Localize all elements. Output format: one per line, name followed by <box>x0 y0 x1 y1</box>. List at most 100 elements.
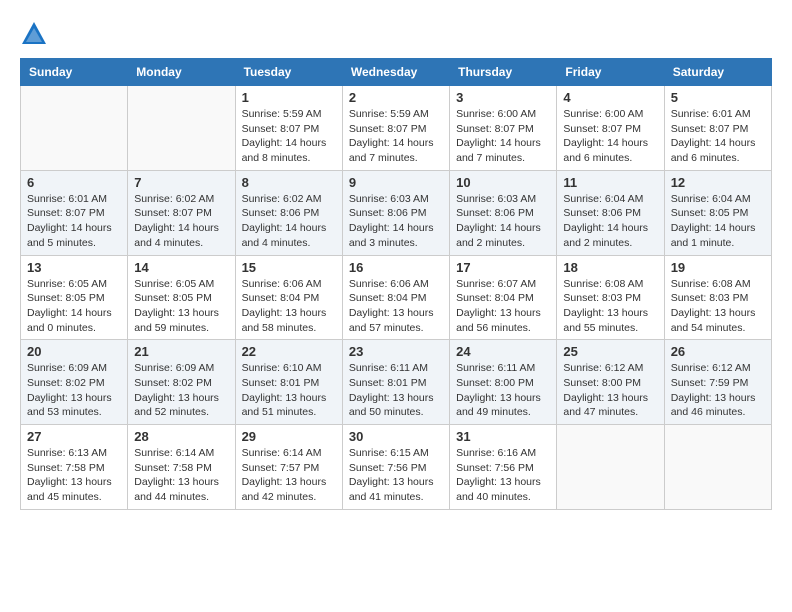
day-number: 21 <box>134 344 228 359</box>
day-info: Sunrise: 6:03 AM Sunset: 8:06 PM Dayligh… <box>349 192 443 251</box>
calendar-cell: 21 Sunrise: 6:09 AM Sunset: 8:02 PM Dayli… <box>128 340 235 425</box>
day-info: Sunrise: 6:00 AM Sunset: 8:07 PM Dayligh… <box>456 107 550 166</box>
day-info: Sunrise: 6:14 AM Sunset: 7:57 PM Dayligh… <box>242 446 336 505</box>
calendar-header-row: SundayMondayTuesdayWednesdayThursdayFrid… <box>21 59 772 86</box>
day-info: Sunrise: 6:04 AM Sunset: 8:05 PM Dayligh… <box>671 192 765 251</box>
day-info: Sunrise: 6:01 AM Sunset: 8:07 PM Dayligh… <box>27 192 121 251</box>
day-info: Sunrise: 6:09 AM Sunset: 8:02 PM Dayligh… <box>27 361 121 420</box>
day-number: 13 <box>27 260 121 275</box>
day-info: Sunrise: 6:01 AM Sunset: 8:07 PM Dayligh… <box>671 107 765 166</box>
day-number: 24 <box>456 344 550 359</box>
day-info: Sunrise: 6:05 AM Sunset: 8:05 PM Dayligh… <box>27 277 121 336</box>
day-info: Sunrise: 6:11 AM Sunset: 8:00 PM Dayligh… <box>456 361 550 420</box>
day-info: Sunrise: 6:08 AM Sunset: 8:03 PM Dayligh… <box>563 277 657 336</box>
day-info: Sunrise: 6:05 AM Sunset: 8:05 PM Dayligh… <box>134 277 228 336</box>
day-info: Sunrise: 6:14 AM Sunset: 7:58 PM Dayligh… <box>134 446 228 505</box>
calendar-cell: 4 Sunrise: 6:00 AM Sunset: 8:07 PM Daylig… <box>557 86 664 171</box>
calendar-cell: 31 Sunrise: 6:16 AM Sunset: 7:56 PM Dayli… <box>450 425 557 510</box>
calendar-cell: 27Sunrise: 6:13 AM Sunset: 7:58 PM Dayli… <box>21 425 128 510</box>
day-number: 7 <box>134 175 228 190</box>
calendar-cell <box>21 86 128 171</box>
day-info: Sunrise: 6:03 AM Sunset: 8:06 PM Dayligh… <box>456 192 550 251</box>
calendar-cell: 1Sunrise: 5:59 AM Sunset: 8:07 PM Daylig… <box>235 86 342 171</box>
calendar-cell: 16 Sunrise: 6:06 AM Sunset: 8:04 PM Dayli… <box>342 255 449 340</box>
calendar-table: SundayMondayTuesdayWednesdayThursdayFrid… <box>20 58 772 510</box>
day-number: 23 <box>349 344 443 359</box>
page-header <box>20 20 772 48</box>
day-number: 20 <box>27 344 121 359</box>
day-info: Sunrise: 6:04 AM Sunset: 8:06 PM Dayligh… <box>563 192 657 251</box>
day-info: Sunrise: 6:16 AM Sunset: 7:56 PM Dayligh… <box>456 446 550 505</box>
calendar-header-saturday: Saturday <box>664 59 771 86</box>
day-info: Sunrise: 5:59 AM Sunset: 8:07 PM Dayligh… <box>349 107 443 166</box>
day-info: Sunrise: 6:06 AM Sunset: 8:04 PM Dayligh… <box>242 277 336 336</box>
day-number: 25 <box>563 344 657 359</box>
day-number: 15 <box>242 260 336 275</box>
calendar-cell: 28 Sunrise: 6:14 AM Sunset: 7:58 PM Dayli… <box>128 425 235 510</box>
calendar-cell <box>664 425 771 510</box>
day-number: 28 <box>134 429 228 444</box>
calendar-week-1: 1 Sunrise: 5:59 AM Sunset: 8:07 PM Daylig… <box>21 86 772 171</box>
calendar-header-tuesday: Tuesday <box>235 59 342 86</box>
day-number: 31 <box>456 429 550 444</box>
day-info: Sunrise: 6:00 AM Sunset: 8:07 PM Dayligh… <box>563 107 657 166</box>
calendar-cell <box>557 425 664 510</box>
calendar-cell: 15 Sunrise: 6:06 AM Sunset: 8:04 PM Dayli… <box>235 255 342 340</box>
day-number: 17 <box>456 260 550 275</box>
day-info: Sunrise: 6:06 AM Sunset: 8:04 PM Dayligh… <box>349 277 443 336</box>
day-number: 9 <box>349 175 443 190</box>
day-info: Sunrise: 6:12 AM Sunset: 8:00 PM Dayligh… <box>563 361 657 420</box>
calendar-cell: 7 Sunrise: 6:02 AM Sunset: 8:07 PM Daylig… <box>128 170 235 255</box>
calendar-cell: 8Sunrise: 6:02 AM Sunset: 8:06 PM Daylig… <box>235 170 342 255</box>
calendar-week-2: 6Sunrise: 6:01 AM Sunset: 8:07 PM Daylig… <box>21 170 772 255</box>
day-number: 2 <box>349 90 443 105</box>
calendar-header-monday: Monday <box>128 59 235 86</box>
calendar-cell: 10 Sunrise: 6:03 AM Sunset: 8:06 PM Dayli… <box>450 170 557 255</box>
calendar-header-wednesday: Wednesday <box>342 59 449 86</box>
day-number: 4 <box>563 90 657 105</box>
day-info: Sunrise: 6:07 AM Sunset: 8:04 PM Dayligh… <box>456 277 550 336</box>
day-number: 27 <box>27 429 121 444</box>
calendar-cell: 2 Sunrise: 5:59 AM Sunset: 8:07 PM Daylig… <box>342 86 449 171</box>
day-number: 29 <box>242 429 336 444</box>
calendar-header-friday: Friday <box>557 59 664 86</box>
calendar-cell: 20 Sunrise: 6:09 AM Sunset: 8:02 PM Dayli… <box>21 340 128 425</box>
day-info: Sunrise: 6:12 AM Sunset: 7:59 PM Dayligh… <box>671 361 765 420</box>
calendar-cell: 29 Sunrise: 6:14 AM Sunset: 7:57 PM Dayli… <box>235 425 342 510</box>
calendar-cell: 23Sunrise: 6:11 AM Sunset: 8:01 PM Dayli… <box>342 340 449 425</box>
calendar-cell: 19 Sunrise: 6:08 AM Sunset: 8:03 PM Dayli… <box>664 255 771 340</box>
day-number: 26 <box>671 344 765 359</box>
calendar-cell: 9 Sunrise: 6:03 AM Sunset: 8:06 PM Daylig… <box>342 170 449 255</box>
calendar-cell: 14 Sunrise: 6:05 AM Sunset: 8:05 PM Dayli… <box>128 255 235 340</box>
calendar-cell: 25 Sunrise: 6:12 AM Sunset: 8:00 PM Dayli… <box>557 340 664 425</box>
day-number: 11 <box>563 175 657 190</box>
calendar-header-thursday: Thursday <box>450 59 557 86</box>
day-number: 10 <box>456 175 550 190</box>
day-number: 18 <box>563 260 657 275</box>
day-number: 19 <box>671 260 765 275</box>
day-info: Sunrise: 6:02 AM Sunset: 8:07 PM Dayligh… <box>134 192 228 251</box>
logo <box>20 20 52 48</box>
day-info: Sunrise: 6:15 AM Sunset: 7:56 PM Dayligh… <box>349 446 443 505</box>
day-number: 1 <box>242 90 336 105</box>
calendar-cell: 13 Sunrise: 6:05 AM Sunset: 8:05 PM Dayli… <box>21 255 128 340</box>
day-number: 3 <box>456 90 550 105</box>
calendar-cell: 3 Sunrise: 6:00 AM Sunset: 8:07 PM Daylig… <box>450 86 557 171</box>
day-number: 30 <box>349 429 443 444</box>
day-number: 22 <box>242 344 336 359</box>
day-info: Sunrise: 6:09 AM Sunset: 8:02 PM Dayligh… <box>134 361 228 420</box>
day-info: Sunrise: 6:10 AM Sunset: 8:01 PM Dayligh… <box>242 361 336 420</box>
day-number: 12 <box>671 175 765 190</box>
calendar-cell: 17 Sunrise: 6:07 AM Sunset: 8:04 PM Dayli… <box>450 255 557 340</box>
calendar-cell: 18 Sunrise: 6:08 AM Sunset: 8:03 PM Dayli… <box>557 255 664 340</box>
day-number: 14 <box>134 260 228 275</box>
calendar-week-4: 20 Sunrise: 6:09 AM Sunset: 8:02 PM Dayli… <box>21 340 772 425</box>
calendar-header-sunday: Sunday <box>21 59 128 86</box>
calendar-week-5: 27Sunrise: 6:13 AM Sunset: 7:58 PM Dayli… <box>21 425 772 510</box>
day-info: Sunrise: 6:08 AM Sunset: 8:03 PM Dayligh… <box>671 277 765 336</box>
day-number: 16 <box>349 260 443 275</box>
calendar-week-3: 13 Sunrise: 6:05 AM Sunset: 8:05 PM Dayli… <box>21 255 772 340</box>
calendar-cell: 5Sunrise: 6:01 AM Sunset: 8:07 PM Daylig… <box>664 86 771 171</box>
calendar-cell: 24 Sunrise: 6:11 AM Sunset: 8:00 PM Dayli… <box>450 340 557 425</box>
calendar-cell <box>128 86 235 171</box>
